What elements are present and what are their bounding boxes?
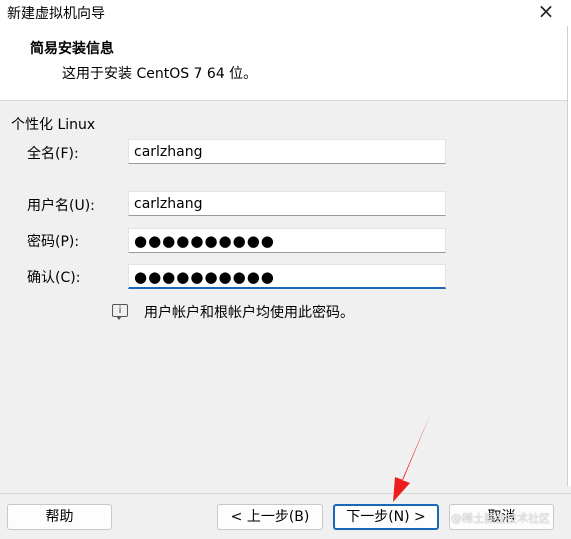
annotation-arrow-icon bbox=[393, 413, 431, 502]
